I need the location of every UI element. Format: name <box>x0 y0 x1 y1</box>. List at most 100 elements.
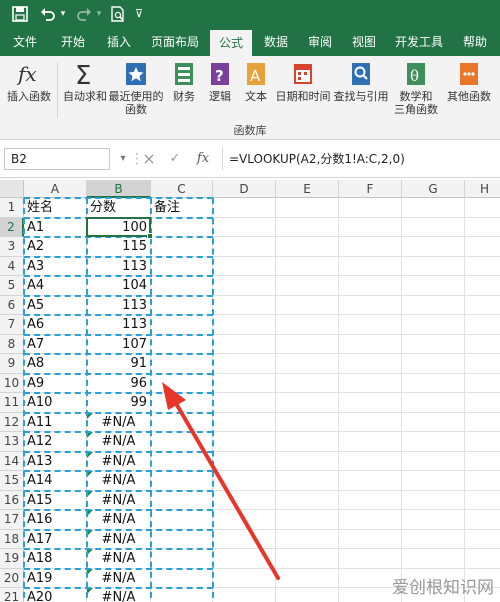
cell-a5[interactable]: A4 <box>24 276 87 296</box>
cell-h4[interactable] <box>465 257 500 276</box>
cell-a9[interactable]: A8 <box>24 354 87 374</box>
row-header[interactable]: 10 <box>0 373 24 393</box>
cell-f2[interactable] <box>339 217 402 237</box>
cell-a6[interactable]: A5 <box>24 295 87 315</box>
cell-e20[interactable] <box>276 568 339 588</box>
save-icon[interactable] <box>10 3 30 25</box>
cell-h3[interactable] <box>465 237 500 257</box>
cell-e5[interactable] <box>276 276 339 296</box>
column-header-b[interactable]: B <box>87 180 151 198</box>
cell-c20[interactable] <box>151 568 213 588</box>
cell-f5[interactable] <box>339 276 402 296</box>
cell-a7[interactable]: A6 <box>24 315 87 335</box>
insert-function-button[interactable]: fx 插入函数 <box>4 60 54 104</box>
cell-d9[interactable] <box>213 354 276 374</box>
cell-a15[interactable]: A14 <box>24 471 87 491</box>
cell-c3[interactable] <box>151 237 213 257</box>
cell-h12[interactable] <box>465 413 500 432</box>
cell-c11[interactable] <box>151 393 213 413</box>
cell-d8[interactable] <box>213 334 276 354</box>
cell-g6[interactable] <box>402 295 465 315</box>
cell-a3[interactable]: A2 <box>24 237 87 257</box>
fx-icon[interactable]: fx <box>192 148 214 170</box>
enter-icon[interactable]: ✓ <box>164 148 186 170</box>
cell-a1[interactable]: 姓名 <box>24 198 87 218</box>
cell-c15[interactable] <box>151 471 213 491</box>
cell-e4[interactable] <box>276 256 339 276</box>
cell-b16[interactable]: #N/A <box>87 490 151 510</box>
row-header[interactable]: 17 <box>0 510 24 530</box>
row-header[interactable]: 5 <box>0 276 24 296</box>
cell-c12[interactable] <box>151 412 213 432</box>
cell-a12[interactable]: A11 <box>24 412 87 432</box>
row-header[interactable]: 4 <box>0 256 24 276</box>
cell-h14[interactable] <box>465 452 500 471</box>
column-header-e[interactable]: E <box>276 180 339 198</box>
cell-h6[interactable] <box>465 296 500 315</box>
cell-e1[interactable] <box>276 198 339 218</box>
cell-d20[interactable] <box>213 568 276 588</box>
cell-h16[interactable] <box>465 491 500 510</box>
tab-home[interactable]: 开始 <box>50 28 96 56</box>
cell-a19[interactable]: A18 <box>24 549 87 569</box>
cell-b1[interactable]: 分数 <box>87 198 151 218</box>
cell-e14[interactable] <box>276 451 339 471</box>
row-header[interactable]: 19 <box>0 549 24 569</box>
cell-g3[interactable] <box>402 237 465 257</box>
cell-h7[interactable] <box>465 315 500 335</box>
cell-d12[interactable] <box>213 412 276 432</box>
tab-view[interactable]: 视图 <box>344 28 384 56</box>
cell-d4[interactable] <box>213 256 276 276</box>
cell-b14[interactable]: #N/A <box>87 451 151 471</box>
row-header[interactable]: 9 <box>0 354 24 374</box>
cell-d18[interactable] <box>213 529 276 549</box>
row-header[interactable]: 16 <box>0 490 24 510</box>
cell-b2[interactable]: 100 <box>87 217 151 237</box>
cell-a2[interactable]: A1 <box>24 217 87 237</box>
cell-d10[interactable] <box>213 373 276 393</box>
cell-b18[interactable]: #N/A <box>87 529 151 549</box>
fill-handle[interactable] <box>147 233 153 239</box>
cell-h18[interactable] <box>465 530 500 549</box>
column-header-f[interactable]: F <box>339 180 402 198</box>
tab-page-layout[interactable]: 页面布局 <box>144 28 206 56</box>
cell-e3[interactable] <box>276 237 339 257</box>
cell-d2[interactable] <box>213 217 276 237</box>
cell-b13[interactable]: #N/A <box>87 432 151 452</box>
cell-f4[interactable] <box>339 256 402 276</box>
tab-formulas[interactable]: 公式 <box>210 30 252 56</box>
cell-h1[interactable] <box>465 198 500 218</box>
row-header[interactable]: 6 <box>0 295 24 315</box>
cell-g9[interactable] <box>402 354 465 374</box>
cell-f6[interactable] <box>339 295 402 315</box>
cell-b15[interactable]: #N/A <box>87 471 151 491</box>
cell-b3[interactable]: 115 <box>87 237 151 257</box>
cell-g12[interactable] <box>402 412 465 432</box>
cell-a18[interactable]: A17 <box>24 529 87 549</box>
row-header[interactable]: 20 <box>0 568 24 588</box>
cell-b4[interactable]: 113 <box>87 256 151 276</box>
cell-g15[interactable] <box>402 471 465 491</box>
cell-f13[interactable] <box>339 432 402 452</box>
cell-c17[interactable] <box>151 510 213 530</box>
cell-g8[interactable] <box>402 334 465 354</box>
cell-c5[interactable] <box>151 276 213 296</box>
cell-b11[interactable]: 99 <box>87 393 151 413</box>
row-header[interactable]: 2 <box>0 217 24 237</box>
undo-icon[interactable] <box>38 3 58 25</box>
recently-used-button[interactable]: 最近使用的 函数 <box>106 60 166 116</box>
name-box[interactable]: B2 <box>4 148 110 170</box>
cell-e2[interactable] <box>276 217 339 237</box>
cell-e16[interactable] <box>276 490 339 510</box>
cell-e7[interactable] <box>276 315 339 335</box>
cell-c10[interactable] <box>151 373 213 393</box>
column-header-c[interactable]: C <box>151 180 213 198</box>
cell-h15[interactable] <box>465 471 500 491</box>
cell-b9[interactable]: 91 <box>87 354 151 374</box>
cell-g10[interactable] <box>402 373 465 393</box>
cell-b10[interactable]: 96 <box>87 373 151 393</box>
customize-icon[interactable]: ⊽ <box>132 3 146 25</box>
cell-e11[interactable] <box>276 393 339 413</box>
cell-a13[interactable]: A12 <box>24 432 87 452</box>
cell-a8[interactable]: A7 <box>24 334 87 354</box>
